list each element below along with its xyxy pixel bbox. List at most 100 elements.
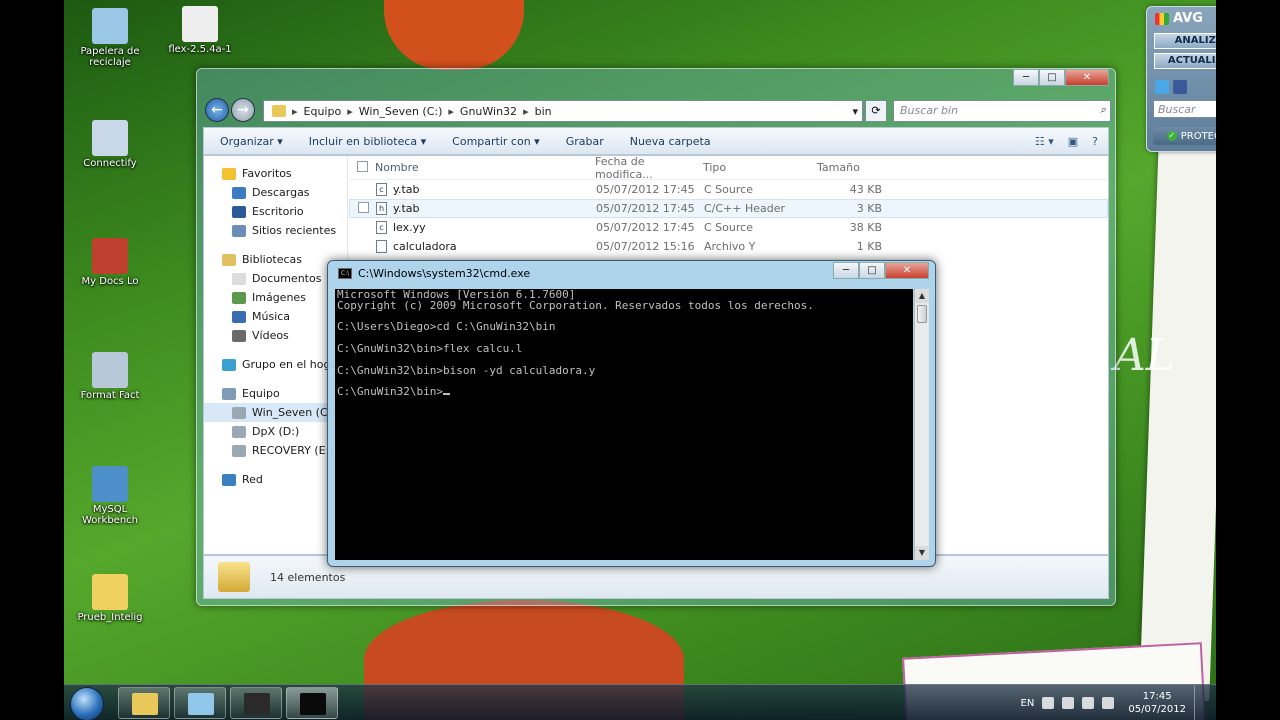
cmd-maximize-button[interactable]: □: [859, 262, 885, 279]
breadcrumb-separator[interactable]: ▸: [448, 105, 454, 118]
column-header[interactable]: Fecha de modifica...: [595, 155, 703, 181]
view-menu-icon[interactable]: ☷ ▾: [1035, 135, 1054, 148]
column-headers: Nombre Fecha de modifica... Tipo Tamaño: [349, 155, 1108, 181]
scroll-down-icon[interactable]: ▼: [915, 546, 929, 560]
column-header[interactable]: Tamaño: [811, 161, 881, 174]
flag-icon[interactable]: [1042, 697, 1055, 709]
breadcrumb-separator[interactable]: ▸: [292, 105, 298, 118]
file-row[interactable]: calculadora 05/07/2012 15:16 Archivo Y 1 KB: [349, 237, 1108, 256]
preview-pane-icon[interactable]: ▣: [1068, 135, 1078, 148]
wallpaper-text: AL: [1114, 330, 1175, 381]
breadcrumb-separator[interactable]: ▸: [523, 105, 529, 118]
nav-item[interactable]: Grupo en el hogar: [204, 355, 347, 374]
file-row[interactable]: h y.tab 05/07/2012 17:45 C/C++ Header 3 KB: [349, 199, 1108, 218]
language-indicator[interactable]: EN: [1021, 698, 1035, 709]
nav-item[interactable]: Red: [204, 470, 347, 489]
volume-icon[interactable]: [1102, 697, 1115, 709]
row-checkbox[interactable]: [350, 201, 376, 216]
cmd-close-button[interactable]: ✕: [885, 262, 929, 279]
nav-item-label: Sitios recientes: [252, 224, 337, 237]
file-size: 43 KB: [849, 183, 882, 196]
explorer-icon: [132, 693, 158, 715]
minimize-button[interactable]: ─: [1013, 69, 1039, 86]
select-all-checkbox[interactable]: [349, 160, 375, 175]
show-desktop-button[interactable]: [1194, 686, 1204, 720]
nav-item[interactable]: Vídeos: [204, 326, 347, 345]
column-header[interactable]: Nombre: [375, 161, 595, 174]
scroll-thumb[interactable]: [917, 305, 927, 323]
nav-item[interactable]: Favoritos: [204, 164, 347, 183]
console-output[interactable]: Microsoft Windows [Versión 6.1.7600] Copy…: [335, 289, 913, 560]
update-button[interactable]: ACTUALIZAR: [1154, 53, 1216, 69]
column-header[interactable]: Tipo: [703, 161, 811, 174]
toolbar-button[interactable]: Organizar ▾: [220, 135, 283, 148]
breadcrumb-item[interactable]: GnuWin32: [460, 105, 517, 118]
item-count: 14 elementos: [270, 570, 346, 584]
file-row[interactable]: c lex.yy 05/07/2012 17:45 C Source 38 KB: [349, 218, 1108, 237]
toolbar-button[interactable]: Compartir con ▾: [452, 135, 540, 148]
refresh-button[interactable]: ⟳: [865, 100, 887, 122]
cmd-window[interactable]: C:\ C:\Windows\system32\cmd.exe ─ □ ✕ Mi…: [327, 260, 936, 567]
toolbar-button[interactable]: Nueva carpeta: [630, 135, 711, 148]
cmd-title: C:\Windows\system32\cmd.exe: [358, 267, 531, 280]
desktop-icon[interactable]: MySQL Workbench: [72, 466, 148, 526]
nav-item[interactable]: RECOVERY (E:): [204, 441, 347, 460]
toolbar-button[interactable]: Incluir en biblioteca ▾: [309, 135, 426, 148]
nav-item-label: Red: [242, 473, 263, 486]
nav-item[interactable]: Imágenes: [204, 288, 347, 307]
file-name-cell: c lex.yy: [376, 221, 596, 234]
help-icon[interactable]: ?: [1092, 135, 1098, 148]
address-dropdown-icon[interactable]: ▾: [852, 105, 862, 118]
nav-item[interactable]: Escritorio: [204, 202, 347, 221]
scan-button[interactable]: ANALIZAR: [1154, 33, 1216, 49]
breadcrumb-item[interactable]: Win_Seven (C:): [359, 105, 443, 118]
scroll-up-icon[interactable]: ▲: [915, 289, 929, 303]
desktop-icon-label: Papelera de reciclaje: [80, 46, 140, 68]
desktop-icon[interactable]: Prueb_Intelig: [72, 574, 148, 623]
taskbar-app-cmd[interactable]: [286, 687, 338, 719]
avg-search-input[interactable]: Buscar: [1153, 100, 1216, 118]
start-button[interactable]: [70, 687, 104, 720]
nav-item-label: Imágenes: [252, 291, 306, 304]
breadcrumb-separator[interactable]: ▸: [347, 105, 353, 118]
file-type: C/C++ Header: [704, 202, 786, 215]
taskbar-app-camera[interactable]: [230, 687, 282, 719]
back-button[interactable]: ←: [205, 98, 229, 122]
nav-item[interactable]: Documentos: [204, 269, 347, 288]
desktop-icon[interactable]: Papelera de reciclaje: [72, 8, 148, 68]
power-icon[interactable]: [1082, 697, 1095, 709]
forward-button[interactable]: →: [231, 98, 255, 122]
desktop-icon[interactable]: My Docs Lo: [72, 238, 148, 287]
nav-item[interactable]: Descargas: [204, 183, 347, 202]
close-button[interactable]: ✕: [1065, 69, 1109, 86]
breadcrumb-item[interactable]: bin: [535, 105, 552, 118]
file-name: y.tab: [393, 183, 420, 196]
network-icon[interactable]: [1062, 697, 1075, 709]
toolbar-button[interactable]: Grabar: [566, 135, 604, 148]
nav-item-icon: [222, 387, 236, 400]
cmd-minimize-button[interactable]: ─: [833, 262, 859, 279]
maximize-button[interactable]: □: [1039, 69, 1065, 86]
cmd-scrollbar[interactable]: ▲ ▼: [914, 289, 929, 560]
nav-item[interactable]: Equipo: [204, 384, 347, 403]
twitter-icon[interactable]: [1155, 80, 1169, 94]
desktop-icon[interactable]: flex-2.5.4a-1: [162, 6, 238, 55]
desktop-icon[interactable]: Format Fact: [72, 352, 148, 401]
file-row[interactable]: c y.tab 05/07/2012 17:45 C Source 43 KB: [349, 180, 1108, 199]
breadcrumb-item[interactable]: Equipo: [304, 105, 342, 118]
nav-item-icon: [232, 406, 246, 419]
nav-item-label: Música: [252, 310, 291, 323]
clock[interactable]: 17:45 05/07/2012: [1128, 690, 1186, 716]
address-bar[interactable]: ▸ Equipo ▸ Win_Seven (C:) ▸ GnuWin32 ▸ bin ▾: [263, 100, 863, 122]
taskbar-app-explorer[interactable]: [118, 687, 170, 719]
search-input[interactable]: Buscar bin ⌕: [893, 100, 1111, 122]
nav-item[interactable]: Bibliotecas: [204, 250, 347, 269]
taskbar-app-notepad[interactable]: [174, 687, 226, 719]
nav-item[interactable]: Win_Seven (C:): [204, 403, 347, 422]
facebook-icon[interactable]: [1173, 80, 1187, 94]
nav-item[interactable]: Sitios recientes: [204, 221, 347, 240]
desktop-icon[interactable]: Connectify: [72, 120, 148, 169]
nav-item[interactable]: Música: [204, 307, 347, 326]
desktop-icon-image: [182, 6, 218, 42]
nav-item[interactable]: DpX (D:): [204, 422, 347, 441]
